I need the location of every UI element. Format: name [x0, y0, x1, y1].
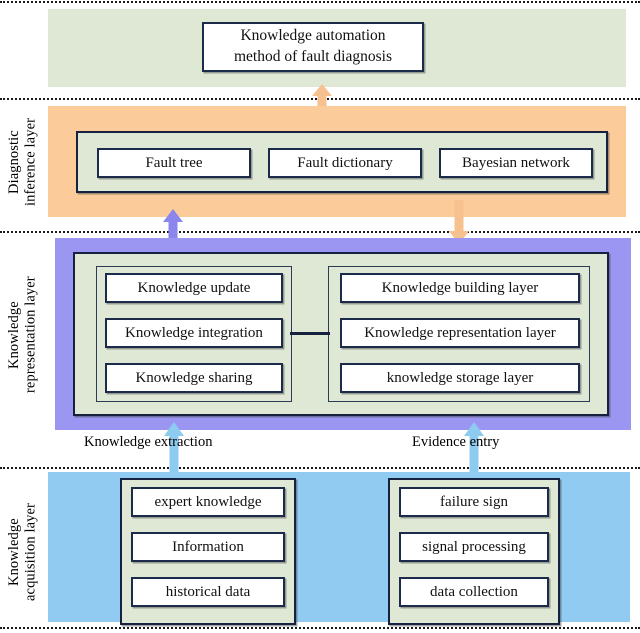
node-information: Information	[131, 532, 285, 562]
architecture-diagram: Knowledge automation method of fault dia…	[0, 0, 640, 633]
node-fault-dictionary: Fault dictionary	[268, 148, 422, 178]
node-data-collection: data collection	[399, 577, 549, 607]
node-knowledge-update: Knowledge update	[105, 273, 283, 303]
node-knowledge-building-layer: Knowledge building layer	[340, 273, 580, 303]
node-fault-tree: Fault tree	[97, 148, 251, 178]
title-box: Knowledge automation method of fault dia…	[202, 22, 424, 72]
divider-bottom	[0, 627, 640, 629]
group-connector-line	[290, 332, 330, 335]
node-bayesian-network: Bayesian network	[439, 148, 593, 178]
inference-layer-caption: Diagnostic inference layer	[6, 117, 39, 207]
representation-layer-caption: Knowledge representation layer	[6, 276, 39, 394]
divider-acquisition-top	[0, 467, 640, 469]
node-expert-knowledge: expert knowledge	[131, 487, 285, 517]
node-knowledge-storage-layer: knowledge storage layer	[340, 363, 580, 393]
label-evidence-entry: Evidence entry	[412, 434, 500, 450]
divider-top	[0, 1, 640, 3]
node-failure-sign: failure sign	[399, 487, 549, 517]
label-knowledge-extraction: Knowledge extraction	[84, 434, 213, 450]
node-signal-processing: signal processing	[399, 532, 549, 562]
node-historical-data: historical data	[131, 577, 285, 607]
acquisition-layer-caption: Knowledge acquisition layer	[6, 503, 39, 602]
node-knowledge-integration: Knowledge integration	[105, 318, 283, 348]
divider-representation-top	[0, 231, 640, 233]
node-knowledge-sharing: Knowledge sharing	[105, 363, 283, 393]
node-knowledge-representation-layer: Knowledge representation layer	[340, 318, 580, 348]
